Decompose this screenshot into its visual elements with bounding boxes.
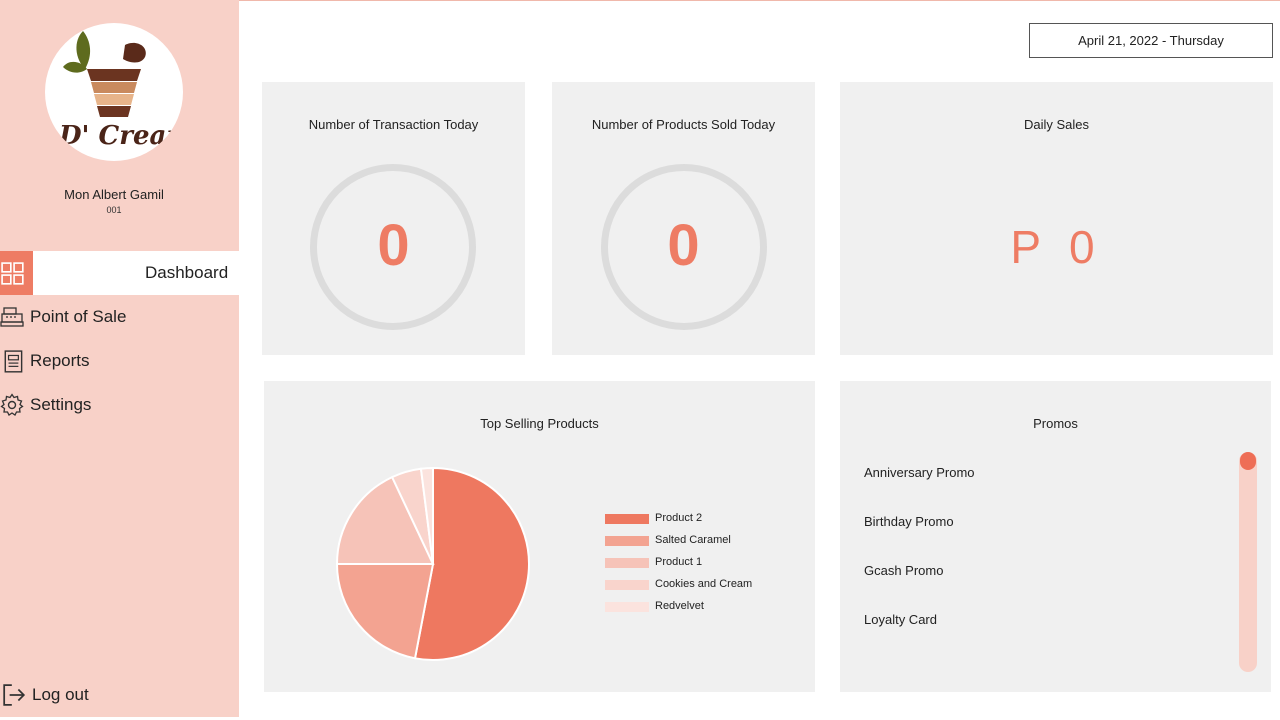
promo-item[interactable]: Anniversary Promo [864, 465, 975, 480]
transactions-count: 0 [377, 213, 410, 278]
promos-scrollbar[interactable] [1239, 452, 1257, 672]
logout-button[interactable]: Log out [0, 673, 239, 717]
legend-swatch [605, 580, 649, 590]
nav-label-dashboard: Dashboard [145, 263, 229, 282]
card-promos: Promos [840, 381, 1271, 692]
legend-item: Product 1 [605, 556, 805, 572]
card-transactions: Number of Transaction Today 0 [262, 82, 525, 355]
products-sold-count: 0 [667, 213, 700, 278]
legend-item: Salted Caramel [605, 534, 805, 550]
logout-label: Log out [32, 685, 89, 704]
legend-swatch [605, 602, 649, 612]
legend-swatch [605, 514, 649, 524]
pie-chart [335, 466, 530, 661]
sidebar: D' Cream Mon Albert Gamil 001 Dashboard … [0, 0, 239, 717]
legend-label: Salted Caramel [655, 534, 731, 546]
pie-slice-salted-caramel [335, 563, 435, 660]
legend-label: Product 1 [655, 556, 703, 568]
legend-label: Redvelvet [655, 600, 704, 612]
card-daily-sales: Daily Sales P 0 [840, 82, 1273, 355]
user-name: Mon Albert Gamil [64, 187, 164, 202]
nav-label-reports: Reports [30, 351, 90, 370]
legend-item: Redvelvet [605, 600, 805, 616]
date-display: April 21, 2022 - Thursday [1029, 23, 1273, 58]
nav-item-dashboard[interactable]: Dashboard [0, 251, 239, 295]
nav-label-settings: Settings [30, 395, 92, 414]
card-products-sold: Number of Products Sold Today 0 [552, 82, 815, 355]
card-title-transactions: Number of Transaction Today [308, 117, 479, 132]
legend-item: Cookies and Cream [605, 578, 805, 594]
cash-register-icon [0, 307, 24, 327]
promo-item[interactable]: Gcash Promo [864, 563, 943, 578]
card-title-promos: Promos [1033, 416, 1078, 431]
promo-item[interactable]: Birthday Promo [864, 514, 954, 529]
legend-label: Product 2 [655, 512, 703, 524]
gear-icon [0, 393, 24, 416]
daily-sales-value: P 0 [1010, 221, 1103, 273]
legend-swatch [605, 558, 649, 568]
card-title-daily-sales: Daily Sales [1023, 117, 1090, 132]
legend-label: Cookies and Cream [655, 578, 753, 590]
card-title-products-sold: Number of Products Sold Today [591, 117, 776, 132]
card-title-top-selling: Top Selling Products [480, 416, 599, 431]
dashboard-icon [1, 262, 24, 285]
legend-swatch [605, 536, 649, 546]
logout-icon [3, 684, 26, 706]
user-id: 001 [106, 205, 122, 215]
nav-item-point-of-sale[interactable]: Point of Sale [0, 295, 239, 339]
legend-item: Product 2 [605, 512, 805, 528]
report-icon [4, 350, 23, 373]
brand-logo: D' Cream [45, 23, 183, 161]
nav-label-point-of-sale: Point of Sale [30, 307, 127, 326]
nav-item-reports[interactable]: Reports [0, 339, 239, 383]
logo-text: D' Cream [59, 121, 183, 151]
promo-item[interactable]: Loyalty Card [864, 612, 937, 627]
promos-scroll-thumb[interactable] [1240, 452, 1256, 470]
nav-item-settings[interactable]: Settings [0, 383, 239, 427]
